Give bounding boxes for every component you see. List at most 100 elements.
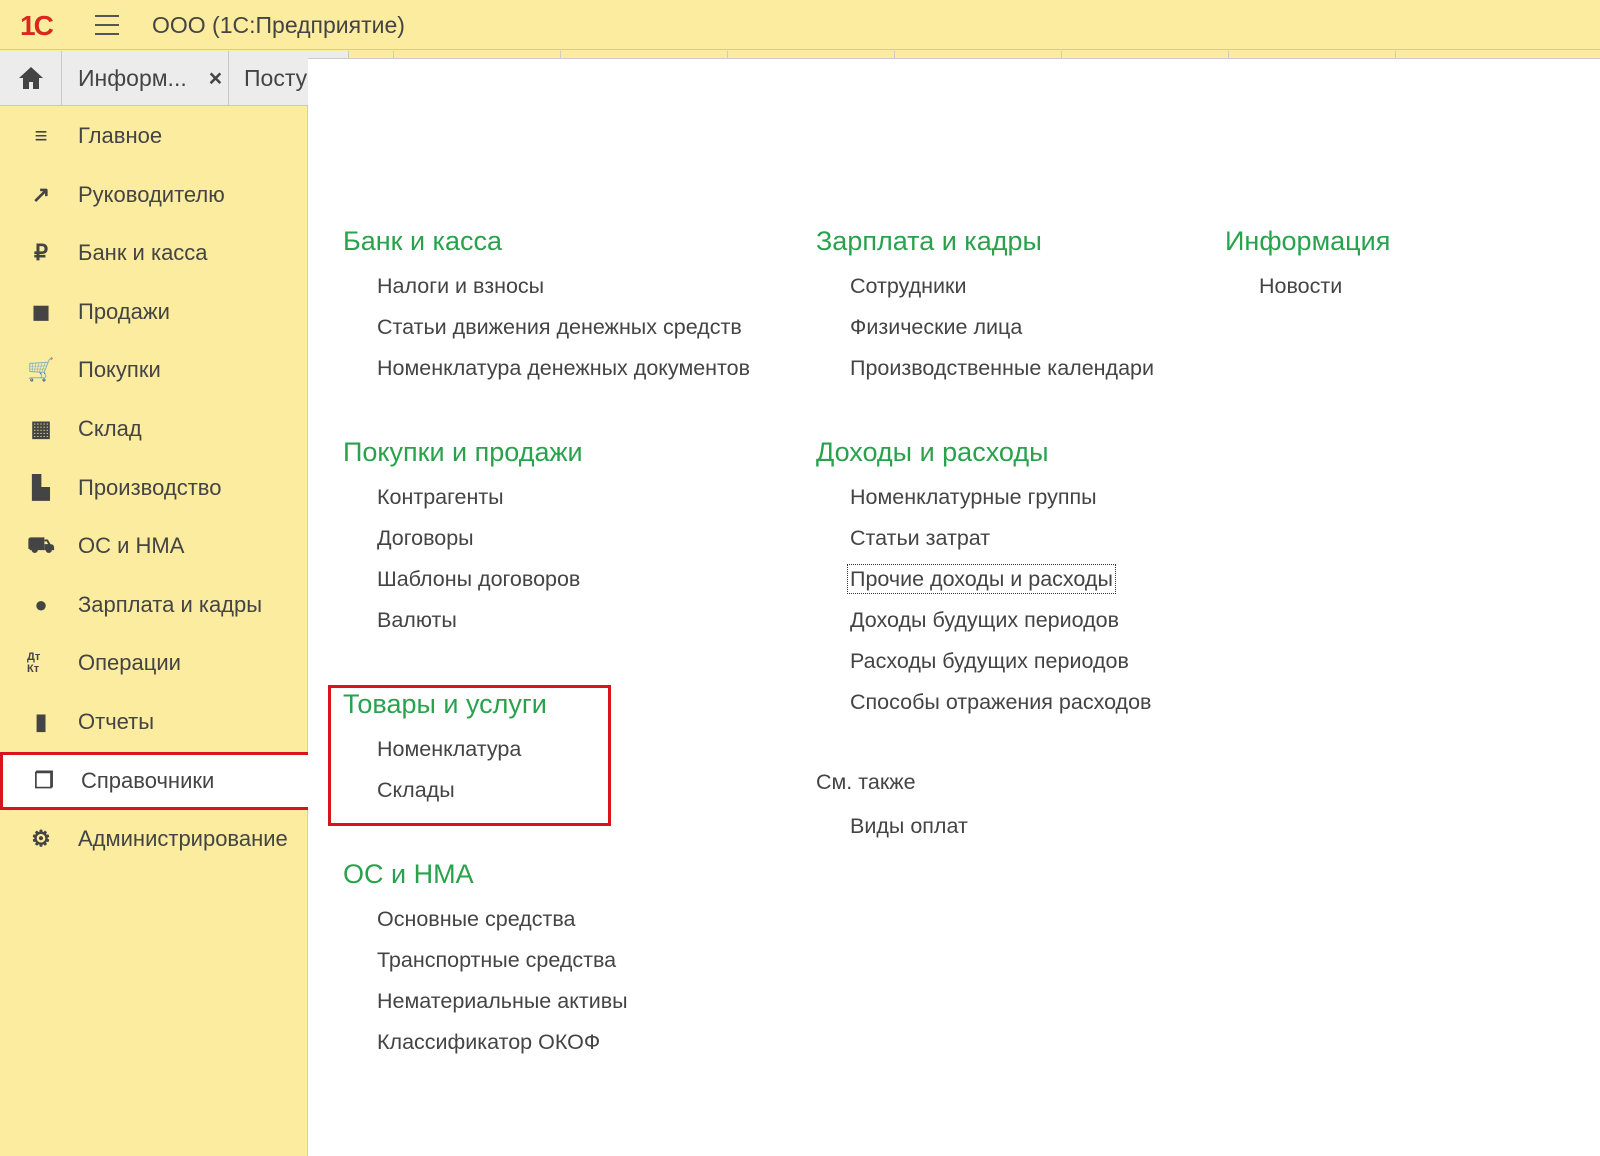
highlight-box — [328, 685, 611, 826]
link-label: Налоги и взносы — [377, 274, 545, 298]
person-icon: ● — [34, 591, 48, 617]
link-label: Сотрудники — [850, 274, 967, 298]
menu-lines-icon: ≡ — [34, 123, 48, 148]
gear-icon: ⚙ — [31, 826, 51, 852]
sidebar-item-label: Зарплата и кадры — [78, 591, 263, 617]
section-os-nma: ОС и НМА Основные средства Транспортные ср… — [343, 859, 628, 1068]
sidebar-item-label: Руководителю — [78, 181, 225, 207]
books-icon: ❐ — [34, 767, 54, 793]
section-link[interactable]: Сотрудники — [850, 271, 1154, 312]
sidebar-item[interactable]: ▮ Отчеты — [0, 693, 310, 751]
section-see-also: См. также Виды оплат — [816, 770, 968, 852]
section-link[interactable]: Физические лица — [850, 312, 1154, 353]
sidebar-item-label: Администрирование — [78, 826, 288, 852]
link-label: Способы отражения расходов — [850, 690, 1152, 714]
trend-icon: ↗ — [31, 181, 51, 207]
section-link[interactable]: Номенклатура денежных документов — [377, 353, 750, 394]
section-title: Покупки и продажи — [343, 437, 583, 467]
sidebar-item-label: Производство — [78, 474, 222, 500]
link-label: Прочие доходы и расходы — [847, 564, 1116, 594]
link-label: Договоры — [377, 526, 474, 550]
section-link[interactable]: Нематериальные активы — [377, 986, 628, 1027]
section-link[interactable]: Прочие доходы и расходы — [847, 564, 1151, 605]
sidebar-item-label: Покупки — [78, 357, 161, 383]
link-label: Номенклатурные группы — [850, 485, 1097, 509]
sidebar-item[interactable]: ≡ Главное — [0, 107, 310, 165]
section-link[interactable]: Шаблоны договоров — [377, 564, 583, 605]
link-label: Производственные календари — [850, 356, 1154, 380]
section-link[interactable]: Производственные календари — [850, 353, 1154, 394]
section-link[interactable]: Доходы будущих периодов — [850, 605, 1151, 646]
section-title: Информация — [1225, 226, 1391, 256]
cart-icon: 🛒 — [27, 357, 55, 383]
app-title: ООО (1С:Предприятие) — [152, 12, 405, 38]
1c-logo[interactable]: 1С — [20, 10, 54, 42]
section-title: Банк и касса — [343, 226, 502, 256]
link-label: Доходы будущих периодов — [850, 608, 1120, 632]
sidebar-item[interactable]: Дт Кт Операции — [0, 634, 310, 692]
section-info: Информация Новости — [1225, 226, 1390, 312]
sidebar-item-label: Операции — [78, 650, 181, 676]
link-label: Классификатор ОКОФ — [377, 1030, 601, 1054]
bag-icon: ◼ — [31, 298, 51, 324]
section-link[interactable]: Статьи движения денежных средств — [377, 312, 750, 353]
section-link[interactable]: Статьи затрат — [850, 523, 1151, 564]
section-link[interactable]: Классификатор ОКОФ — [377, 1027, 628, 1068]
section-link[interactable]: Основные средства — [377, 904, 628, 945]
section-title: Зарплата и кадры — [816, 226, 1042, 256]
sidebar-item[interactable]: 🛒 Покупки — [0, 341, 310, 399]
section-purchases-sales: Покупки и продажи Контрагенты Договоры Шабл… — [343, 437, 583, 646]
app-header: 1С ООО (1С:Предприятие) — [0, 0, 1600, 50]
sidebar-item-label: Продажи — [78, 298, 170, 324]
link-label: Контрагенты — [377, 485, 504, 509]
link-label: Основные средства — [377, 907, 576, 931]
section-bank: Банк и касса Налоги и взносы Статьи движен… — [343, 226, 750, 394]
sidebar-item[interactable]: ▙ Производство — [0, 459, 310, 517]
section-link[interactable]: Расходы будущих периодов — [850, 646, 1151, 687]
sidebar-item[interactable]: ▦ Склад — [0, 400, 310, 458]
sidebar-item-label: Справочники — [81, 767, 215, 793]
sidebar-item-label: ОС и НМА — [78, 533, 185, 559]
sidebar-item[interactable]: ❐ Справочники — [0, 751, 312, 810]
bar-chart-icon: ▮ — [34, 709, 48, 734]
section-link[interactable]: Новости — [1259, 271, 1390, 312]
link-label: Транспортные средства — [377, 948, 617, 972]
section-title: Доходы и расходы — [816, 437, 1049, 467]
tab-inform[interactable]: Информ... × — [62, 51, 229, 106]
ruble-icon: ₽ — [34, 240, 48, 266]
section-link[interactable]: Номенклатурные группы — [850, 482, 1151, 523]
home-tab[interactable] — [0, 51, 62, 106]
sidebar-item-label: Склад — [78, 416, 142, 441]
sidebar-item[interactable]: ◼ Продажи — [0, 283, 310, 341]
section-link[interactable]: Виды оплат — [850, 811, 968, 852]
close-icon[interactable]: × — [209, 65, 222, 92]
sidebar-item-label: Отчеты — [78, 709, 155, 734]
truck-icon: ⛟ — [27, 531, 55, 557]
sidebar-item[interactable]: ↗ Руководителю — [0, 166, 310, 224]
tab-label: Информ... — [78, 64, 187, 91]
section-link[interactable]: Транспортные средства — [377, 945, 628, 986]
section-link[interactable]: Валюты — [377, 605, 583, 646]
sidebar-item-label: Главное — [78, 123, 163, 148]
section-salary: Зарплата и кадры Сотрудники Физические лиц… — [816, 226, 1154, 394]
sidebar-item[interactable]: ⚙ Администрирование — [0, 810, 310, 868]
section-link[interactable]: Способы отражения расходов — [850, 687, 1151, 728]
main-menu-icon[interactable] — [95, 15, 119, 35]
factory-icon: ▙ — [32, 474, 50, 500]
link-label: Расходы будущих периодов — [850, 649, 1129, 673]
section-link[interactable]: Договоры — [377, 523, 583, 564]
warehouse-icon: ▦ — [30, 416, 52, 441]
section-link[interactable]: Контрагенты — [377, 482, 583, 523]
sidebar-item[interactable]: ⛟ ОС и НМА — [0, 517, 310, 575]
link-label: Статьи движения денежных средств — [377, 315, 742, 339]
sidebar-item[interactable]: ₽ Банк и касса — [0, 224, 310, 282]
link-label: Валюты — [377, 608, 457, 632]
link-label: Шаблоны договоров — [377, 567, 581, 591]
link-label: Физические лица — [850, 315, 1023, 339]
section-income-expenses: Доходы и расходы Номенклатурные группы Ста… — [816, 437, 1151, 728]
section-title: См. также — [816, 770, 916, 794]
dt-kt-icon: Дт Кт — [27, 651, 41, 676]
sidebar-item[interactable]: ● Зарплата и кадры — [0, 576, 310, 634]
section-link[interactable]: Налоги и взносы — [377, 271, 750, 312]
section-title: ОС и НМА — [343, 859, 474, 889]
